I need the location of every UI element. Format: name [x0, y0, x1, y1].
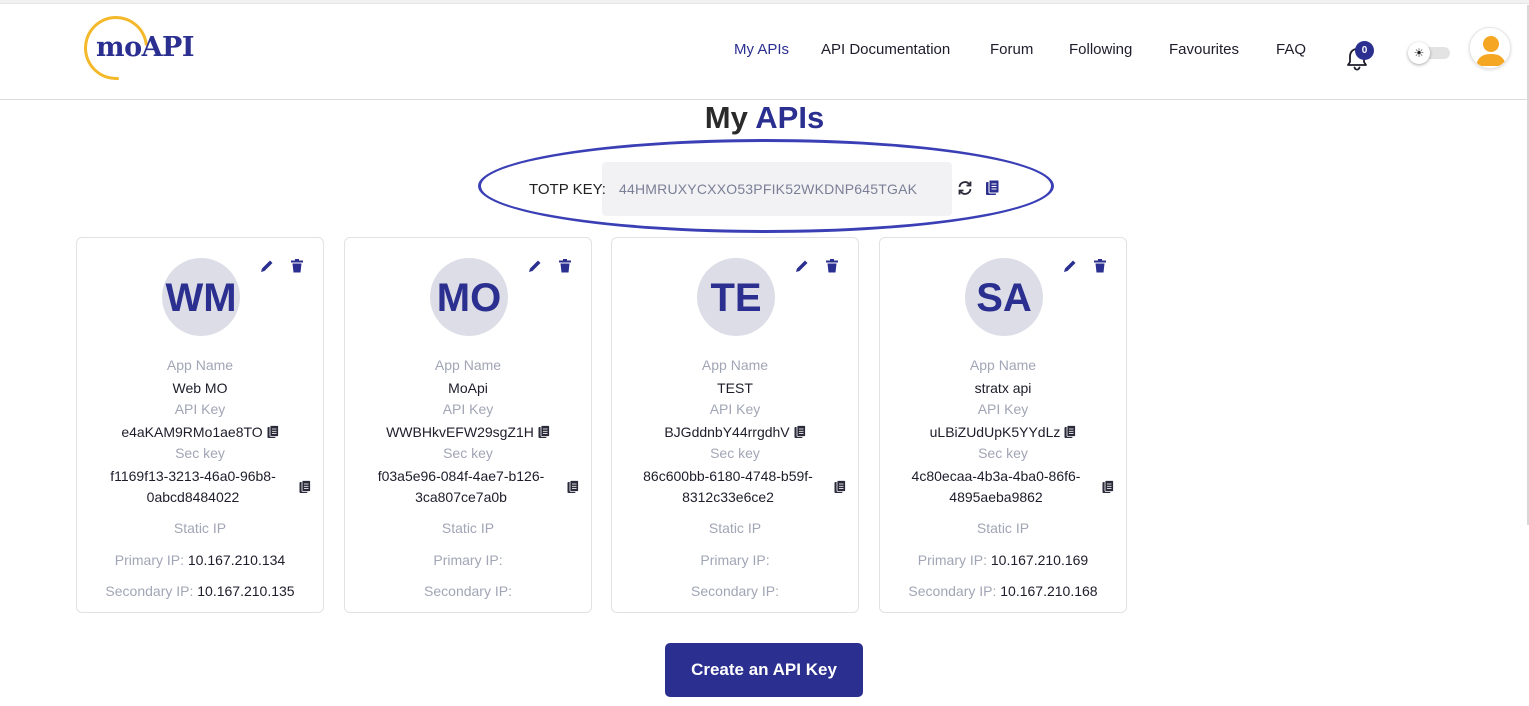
totp-label: TOTP KEY: [529, 181, 606, 198]
app-name-value: stratx api [974, 380, 1032, 396]
sun-icon: ☀ [1408, 42, 1430, 64]
nav-following[interactable]: Following [1069, 41, 1132, 58]
page-title-dark: My [704, 100, 756, 135]
nav-favourites[interactable]: Favourites [1169, 41, 1239, 58]
api-card: MO App Name MoApi API Key WWBHkvEFW29sgZ… [344, 237, 592, 613]
copy-icon[interactable] [1102, 480, 1114, 494]
static-ip-label: Static IP [708, 520, 762, 536]
sec-key-value: 4c80ecaa-4b3a-4ba0-86f6-4895aeba9862 [911, 468, 1081, 505]
secondary-ip-label: Secondary IP: [424, 583, 512, 599]
copy-icon[interactable] [794, 425, 806, 439]
secondary-ip-row: Secondary IP: [345, 583, 591, 599]
logo-text: moAPI [96, 32, 194, 63]
api-key-value: WWBHkvEFW29sgZ1H [386, 424, 534, 440]
sec-key-value: f03a5e96-084f-4ae7-b126-3ca807ce7a0b [377, 468, 545, 505]
secondary-ip-row: Secondary IP: [612, 583, 858, 599]
api-key-label: API Key [977, 401, 1029, 417]
edit-icon[interactable] [259, 258, 275, 274]
primary-ip-label: Primary IP: [700, 552, 770, 568]
edit-icon[interactable] [794, 258, 810, 274]
trash-icon[interactable] [1092, 258, 1108, 274]
nav-my-apis[interactable]: My APIs [734, 41, 789, 58]
copy-icon[interactable] [538, 425, 550, 439]
secondary-ip-label: Secondary IP: [691, 583, 779, 599]
app-name-label: App Name [434, 357, 502, 373]
api-key-row: BJGddnbY44rrgdhV [612, 424, 858, 440]
secondary-ip-value: 10.167.210.135 [197, 583, 295, 599]
app-name-value: TEST [717, 380, 753, 396]
copy-icon[interactable] [267, 425, 279, 439]
copy-icon[interactable] [834, 480, 846, 494]
app-initials-avatar: WM [162, 258, 240, 336]
edit-icon[interactable] [1062, 258, 1078, 274]
secondary-ip-row: Secondary IP: 10.167.210.135 [77, 583, 323, 599]
primary-ip-row: Primary IP: 10.167.210.169 [880, 552, 1126, 568]
user-avatar-icon[interactable] [1469, 27, 1511, 69]
page-title-accent: APIs [755, 100, 825, 135]
static-ip-label: Static IP [173, 520, 227, 536]
secondary-ip-row: Secondary IP: 10.167.210.168 [880, 583, 1126, 599]
api-key-label: API Key [174, 401, 226, 417]
sec-key-label: Sec key [978, 445, 1028, 461]
trash-icon[interactable] [824, 258, 840, 274]
totp-value: 44HMRUXYCXXO53PFIK52WKDNP645TGAK [619, 181, 918, 197]
theme-toggle[interactable]: ☀ [1408, 42, 1450, 64]
sec-key-label: Sec key [710, 445, 760, 461]
page-title: My APIs [0, 100, 1529, 136]
trash-icon[interactable] [289, 258, 305, 274]
edit-icon[interactable] [527, 258, 543, 274]
trash-icon[interactable] [557, 258, 573, 274]
app-initials-avatar: SA [965, 258, 1043, 336]
primary-ip-value: 10.167.210.169 [990, 552, 1089, 568]
copy-icon[interactable] [985, 179, 1001, 197]
primary-ip-label: Primary IP: [114, 552, 184, 568]
nav-api-documentation[interactable]: API Documentation [821, 41, 950, 58]
api-card: TE App Name TEST API Key BJGddnbY44rrgdh… [611, 237, 859, 613]
api-card: WM App Name Web MO API Key e4aKAM9RMo1ae… [76, 237, 324, 613]
app-name-label: App Name [969, 357, 1037, 373]
primary-ip-row: Primary IP: [612, 552, 858, 568]
primary-ip-row: Primary IP: [345, 552, 591, 568]
top-border [0, 0, 1529, 4]
api-key-value: e4aKAM9RMo1ae8TO [121, 424, 263, 440]
app-name-value: Web MO [172, 380, 228, 396]
api-card: SA App Name stratx api API Key uLBiZUdUp… [879, 237, 1127, 613]
copy-icon[interactable] [1064, 425, 1077, 439]
primary-ip-label: Primary IP: [433, 552, 503, 568]
primary-ip-label: Primary IP: [917, 552, 987, 568]
app-initials-avatar: MO [430, 258, 508, 336]
primary-ip-row: Primary IP: 10.167.210.134 [77, 552, 323, 568]
app-initials-avatar: TE [697, 258, 775, 336]
static-ip-label: Static IP [976, 520, 1030, 536]
api-key-row: e4aKAM9RMo1ae8TO [77, 424, 323, 440]
api-key-value: BJGddnbY44rrgdhV [664, 424, 790, 440]
primary-ip-value: 10.167.210.134 [187, 552, 286, 568]
secondary-ip-value: 10.167.210.168 [1000, 583, 1098, 599]
sec-key-value: 86c600bb-6180-4748-b59f-8312c33e6ce2 [643, 468, 813, 505]
api-key-row: uLBiZUdUpK5YYdLz [880, 424, 1126, 440]
app-name-label: App Name [701, 357, 769, 373]
copy-icon[interactable] [567, 480, 579, 494]
logo[interactable]: moAPI [70, 2, 214, 94]
nav-forum[interactable]: Forum [990, 41, 1033, 58]
app-name-value: MoApi [448, 380, 488, 396]
sec-key-label: Sec key [443, 445, 493, 461]
sec-key-label: Sec key [175, 445, 225, 461]
create-api-key-button[interactable]: Create an API Key [665, 643, 863, 697]
api-key-label: API Key [709, 401, 761, 417]
notification-badge: 0 [1355, 41, 1374, 60]
secondary-ip-label: Secondary IP: [908, 583, 997, 599]
copy-icon[interactable] [299, 480, 311, 494]
app-name-label: App Name [166, 357, 234, 373]
static-ip-label: Static IP [441, 520, 495, 536]
secondary-ip-label: Secondary IP: [105, 583, 194, 599]
sec-key-value: f1169f13-3213-46a0-96b8-0abcd8484022 [110, 468, 276, 505]
nav-faq[interactable]: FAQ [1276, 41, 1306, 58]
api-key-value: uLBiZUdUpK5YYdLz [929, 424, 1061, 440]
api-key-label: API Key [442, 401, 494, 417]
api-key-row: WWBHkvEFW29sgZ1H [345, 424, 591, 440]
refresh-icon[interactable] [956, 179, 974, 197]
